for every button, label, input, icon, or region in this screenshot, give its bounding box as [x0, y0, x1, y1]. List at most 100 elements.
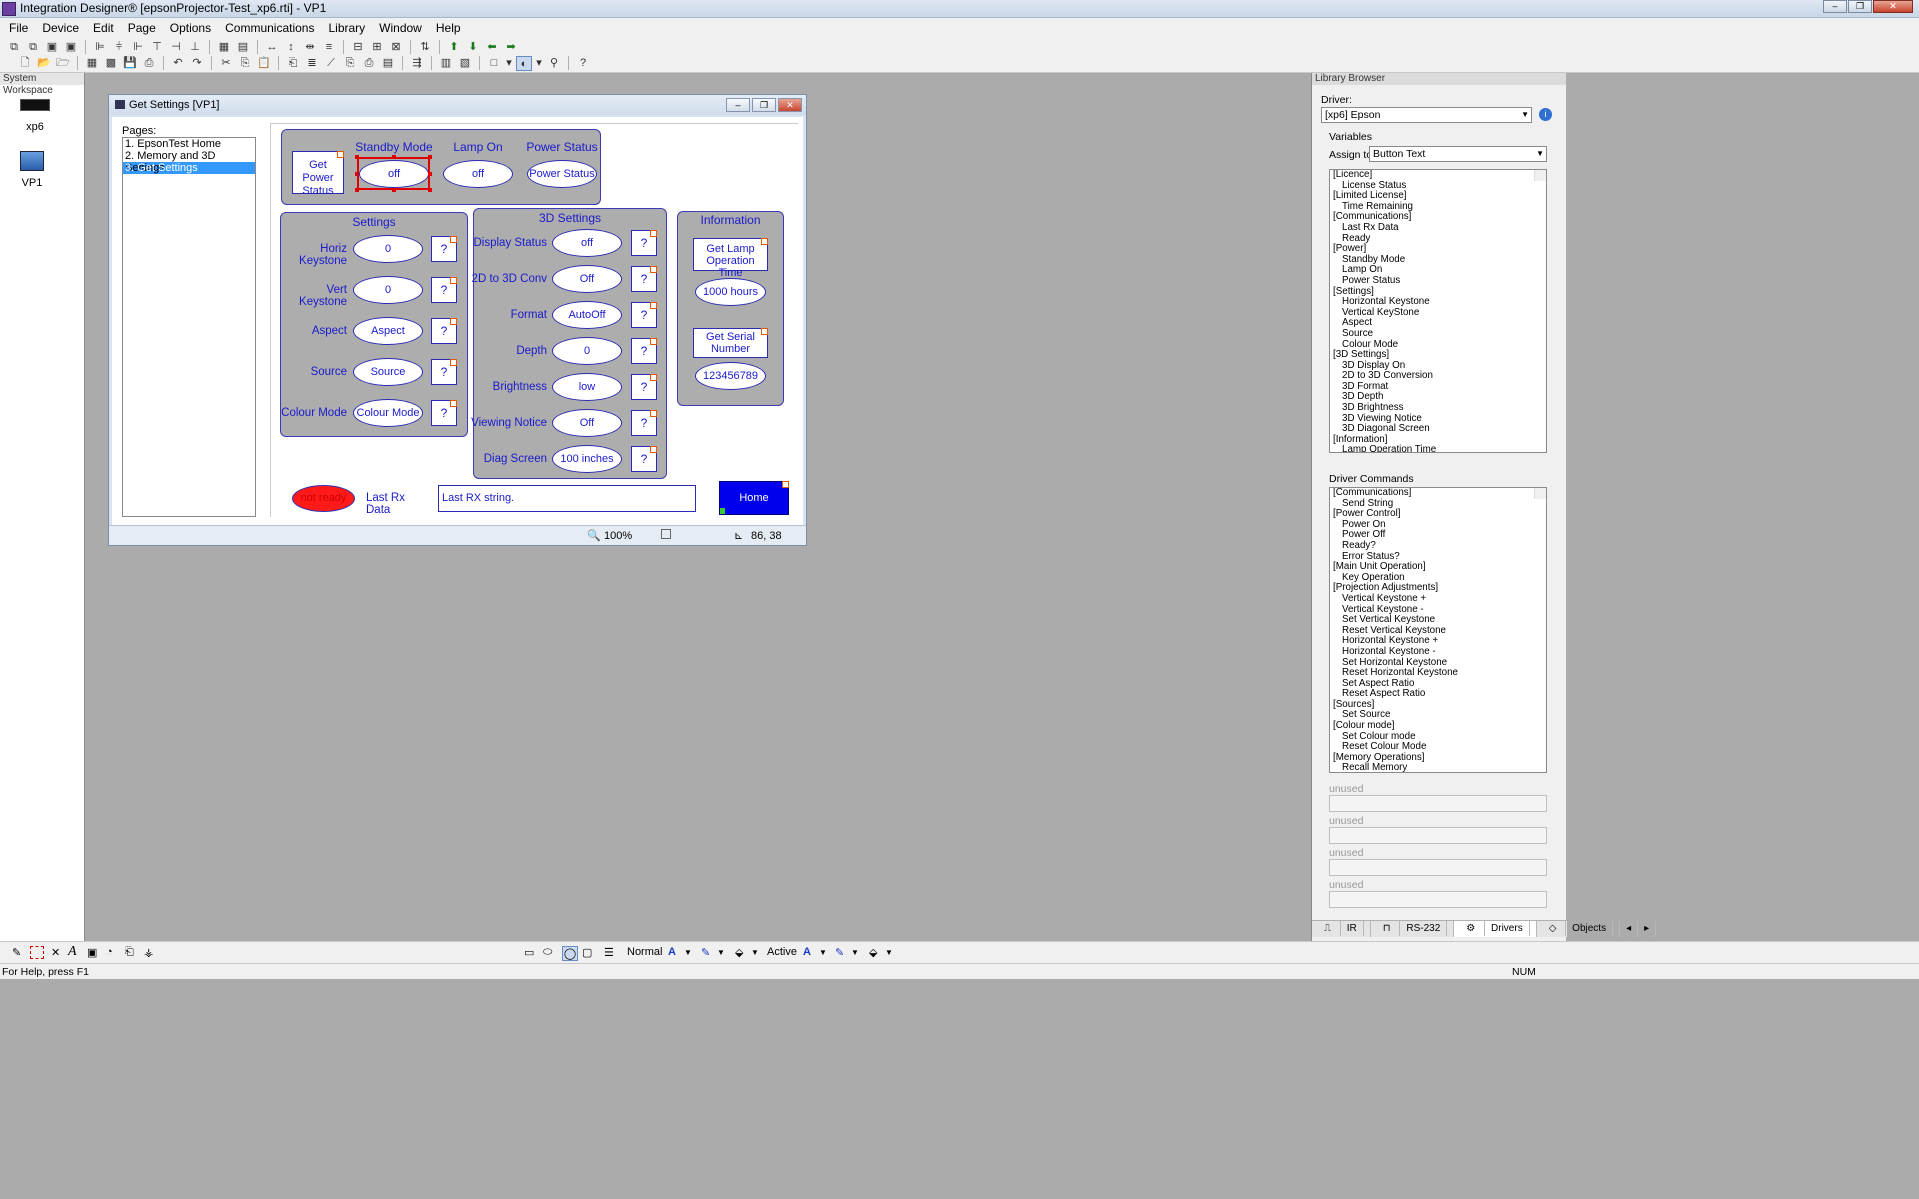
format-query-button[interactable]: ?	[631, 302, 657, 328]
page-copy-icon[interactable]: ⎘	[342, 56, 358, 71]
same-width-icon[interactable]: ▤	[235, 40, 251, 55]
horiz-keystone-value[interactable]: 0	[353, 235, 423, 263]
restore-icon[interactable]: ❐	[752, 98, 776, 112]
colour-mode-value[interactable]: Colour Mode	[353, 399, 423, 427]
command-item[interactable]: Vertical Keystone +	[1330, 593, 1546, 605]
command-item[interactable]: Ready?	[1330, 540, 1546, 552]
bring-front-icon[interactable]: ▣	[44, 40, 60, 55]
paste-icon[interactable]: 📋	[256, 56, 272, 71]
cut-icon[interactable]: ✂	[218, 56, 234, 71]
colour-mode-query-button[interactable]: ?	[431, 400, 457, 426]
undo-icon[interactable]: ↶	[170, 56, 186, 71]
delete-icon[interactable]: ✕	[51, 946, 60, 959]
line-color-icon[interactable]: ✎	[701, 946, 710, 959]
source-query-button[interactable]: ?	[431, 359, 457, 385]
arrow-right-icon[interactable]: ➡	[503, 40, 519, 55]
page-icon[interactable]: ⎗	[125, 946, 134, 959]
viewing-notice-query-button[interactable]: ?	[631, 410, 657, 436]
driver-select[interactable]: [xp6] Epson ▼	[1321, 107, 1532, 123]
get-lamp-operation-time-button[interactable]: Get Lamp Operation Time	[693, 238, 768, 279]
power-status-value[interactable]: Power Status	[527, 160, 597, 188]
open-project-icon[interactable]: 🗁	[55, 56, 71, 71]
table-icon[interactable]: ▦	[84, 56, 100, 71]
open-folder-icon[interactable]: 📂	[36, 56, 52, 71]
menu-window[interactable]: Window	[372, 21, 429, 35]
depth-value[interactable]: 0	[552, 337, 622, 365]
tab-scroll-left-icon[interactable]: ◂	[1620, 921, 1639, 937]
page-settings-icon[interactable]: ⎙	[361, 56, 377, 71]
tab-ir[interactable]: ⎍ IR	[1312, 921, 1371, 937]
fill-color-icon[interactable]: ⬙	[735, 946, 743, 959]
display-status-value[interactable]: off	[552, 229, 622, 257]
variables-list[interactable]: [Licence] License Status [Limited License]…	[1329, 169, 1547, 453]
chevron-down-icon[interactable]: ▼	[819, 948, 827, 957]
grid-icon[interactable]: ▧	[457, 56, 473, 71]
select-rect-icon[interactable]	[30, 946, 44, 959]
image-tool-icon[interactable]: ▣	[87, 946, 97, 959]
tab-rs232[interactable]: ⊓ RS-232	[1371, 921, 1455, 937]
center-both-icon[interactable]: ⊠	[388, 40, 404, 55]
vert-keystone-query-button[interactable]: ?	[431, 277, 457, 303]
device-vp1[interactable]: VP1	[0, 151, 67, 189]
viewing-notice-value[interactable]: Off	[552, 409, 622, 437]
page-add-icon[interactable]: ⎗	[285, 56, 301, 71]
2d-to-3d-conv-query-button[interactable]: ?	[631, 266, 657, 292]
horiz-keystone-query-button[interactable]: ?	[431, 236, 457, 262]
arrow-down-icon[interactable]: ⬇	[465, 40, 481, 55]
menu-help[interactable]: Help	[429, 21, 468, 35]
ellipse-tool-icon[interactable]: ⬭	[543, 946, 552, 959]
menu-communications[interactable]: Communications	[218, 21, 321, 35]
font-color-icon[interactable]: A	[803, 946, 811, 958]
brightness-query-button[interactable]: ?	[631, 374, 657, 400]
2d-to-3d-conv-value[interactable]: Off	[552, 265, 622, 293]
group-icon[interactable]: ⧉	[6, 40, 22, 55]
source-value[interactable]: Source	[353, 358, 423, 386]
tab-scroll-right-icon[interactable]: ▸	[1638, 921, 1657, 937]
menu-page[interactable]: Page	[121, 21, 163, 35]
driver-commands-list[interactable]: [Communications] Send String [Power Contro…	[1329, 487, 1547, 773]
page-item-selected[interactable]: 3. Get Settings	[123, 162, 255, 174]
fill-color-icon[interactable]: ⬙	[869, 946, 877, 959]
minimize-icon[interactable]: –	[726, 98, 750, 112]
comment-icon[interactable]: ◔	[106, 946, 113, 958]
network-icon[interactable]: ⚶	[144, 946, 153, 959]
context-help-icon[interactable]: ?	[575, 56, 591, 71]
maximize-icon[interactable]: ❐	[1848, 0, 1872, 13]
menu-library[interactable]: Library	[321, 21, 372, 35]
selection-handle[interactable]	[428, 172, 432, 176]
selection-handle[interactable]	[428, 155, 432, 159]
selection-handle[interactable]	[355, 155, 359, 159]
align-top-icon[interactable]: ⊤	[149, 40, 165, 55]
frame-icon[interactable]: □	[486, 56, 502, 71]
center-vertical-icon[interactable]: ⊞	[369, 40, 385, 55]
save-icon[interactable]: 💾	[122, 56, 138, 71]
text-tool-icon[interactable]: A	[68, 944, 77, 960]
assign-to-select[interactable]: Button Text ▼	[1369, 146, 1547, 162]
arrow-up-icon[interactable]: ⬆	[446, 40, 462, 55]
nudge-icon[interactable]: ⇅	[417, 40, 433, 55]
arrow-left-icon[interactable]: ⬅	[484, 40, 500, 55]
chevron-down-icon[interactable]: ▼	[885, 948, 893, 957]
aspect-query-button[interactable]: ?	[431, 318, 457, 344]
align-bottom-icon[interactable]: ⊥	[187, 40, 203, 55]
align-right-icon[interactable]: ⊩	[130, 40, 146, 55]
device-xp6[interactable]: xp6	[0, 93, 70, 133]
chevron-down-icon[interactable]: ▼	[751, 948, 759, 957]
frame-dropdown-icon[interactable]: ▾	[505, 56, 513, 71]
command-item[interactable]: [Communications]	[1330, 488, 1546, 499]
menu-device[interactable]: Device	[35, 21, 86, 35]
send-back-icon[interactable]: ▣	[63, 40, 79, 55]
pencil-icon[interactable]: ✎	[12, 946, 21, 959]
align-middle-icon[interactable]: ⊣	[168, 40, 184, 55]
tab-objects[interactable]: ◇ Objects	[1537, 921, 1621, 937]
selection-handle[interactable]	[355, 188, 359, 192]
variables-scrollbar[interactable]	[1534, 170, 1546, 181]
page-stack-icon[interactable]: ≣	[304, 56, 320, 71]
command-item[interactable]: Recall Memory	[1330, 763, 1546, 772]
page-abc-icon[interactable]: ▤	[380, 56, 396, 71]
page-item[interactable]: 1. EpsonTest Home	[123, 138, 255, 150]
variable-item[interactable]: Last Rx Data	[1330, 222, 1546, 234]
space-vertical-icon[interactable]: ↕	[283, 40, 299, 55]
diag-screen-query-button[interactable]: ?	[631, 446, 657, 472]
view-mode-icon[interactable]: ◐	[516, 55, 532, 71]
